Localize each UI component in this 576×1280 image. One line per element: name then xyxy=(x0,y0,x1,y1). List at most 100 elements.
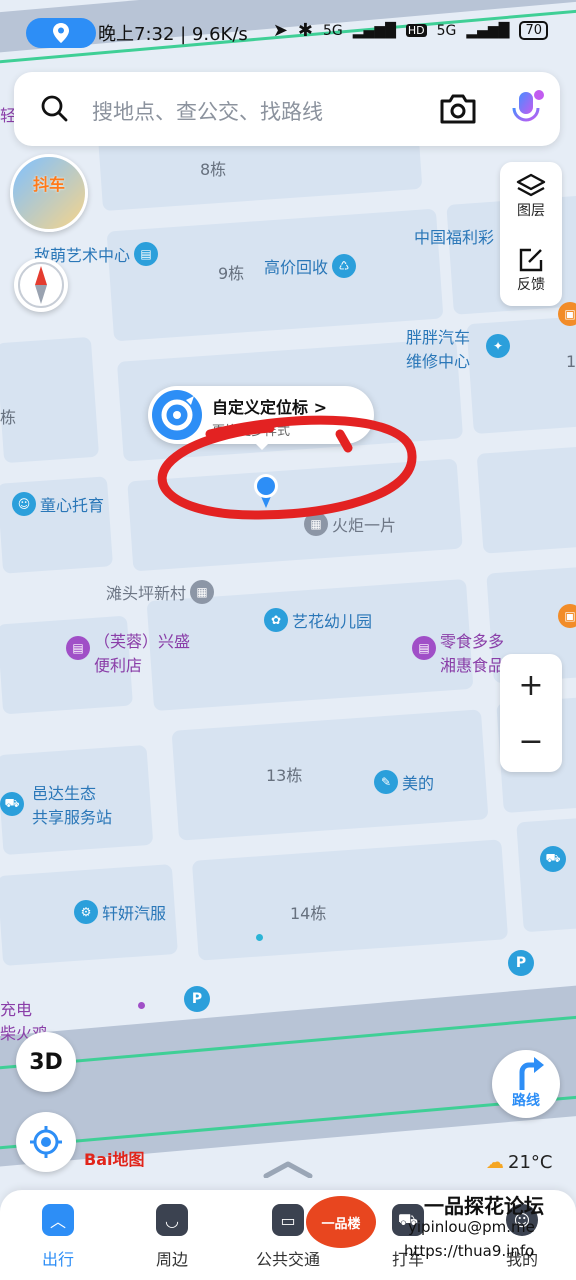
map-block xyxy=(516,817,576,933)
hd-badge: HD xyxy=(405,24,427,37)
poi[interactable]: 中国福利彩 xyxy=(414,224,494,248)
building-label: 9栋 xyxy=(218,264,245,283)
tab-travel[interactable]: ︿ 出行 xyxy=(0,1204,118,1270)
shop-icon: ▣ xyxy=(558,604,576,628)
tab-nearby[interactable]: ◡ 周边 xyxy=(112,1204,232,1270)
watermark-email: yipinlou@pm.me xyxy=(408,1218,535,1236)
poi-label: 胖胖汽车 xyxy=(406,328,471,347)
map-block xyxy=(476,446,576,554)
poi-label: （芙蓉）兴盛 xyxy=(94,632,191,651)
drawer-handle-icon[interactable] xyxy=(262,1160,314,1178)
route-label: 路线 xyxy=(512,1093,540,1109)
poi[interactable]: 胖胖汽车 维修中心 xyxy=(406,324,470,372)
poi[interactable]: ✎ 美的 xyxy=(374,770,434,794)
kindergarten-icon: ✿ xyxy=(264,608,288,632)
promo-label: 抖车 xyxy=(32,175,65,194)
feedback-icon xyxy=(519,248,543,272)
weather-widget[interactable]: ☁ 21°C xyxy=(486,1152,552,1173)
poi-label: 充电 xyxy=(0,1000,33,1019)
map-block xyxy=(191,839,509,961)
building-label: 13栋 xyxy=(266,766,303,785)
bus-icon: ▭ xyxy=(272,1204,304,1236)
search-bar[interactable]: 搜地点、查公交、找路线 xyxy=(14,72,560,146)
camera-icon[interactable] xyxy=(438,92,478,126)
cloud-sun-icon: ☁ xyxy=(486,1152,504,1173)
status-time: 晚上7:32 | 9.6K/s xyxy=(98,24,248,45)
watermark-title: 一品探花论坛 xyxy=(424,1194,544,1218)
wrench-icon: ✎ xyxy=(374,770,398,794)
building-label: 栋 xyxy=(0,408,17,427)
poi[interactable]: ☺ 童心托育 xyxy=(12,492,104,516)
poi-label: 邑达生态 xyxy=(32,784,97,803)
battery-indicator: 70 xyxy=(519,21,548,40)
building-label: 8栋 xyxy=(200,160,227,179)
shop-icon: ▣ xyxy=(558,302,576,326)
feedback-label: 反馈 xyxy=(517,277,545,293)
poi[interactable]: ✿ 艺花幼儿园 xyxy=(264,608,372,632)
compass-button[interactable] xyxy=(14,258,68,312)
tab-label: 公共交通 xyxy=(255,1250,320,1269)
locate-button[interactable] xyxy=(16,1112,76,1172)
voice-assistant-icon[interactable] xyxy=(506,88,546,130)
zoom-controls: + − xyxy=(500,654,562,772)
map-tools-panel: 图层 反馈 xyxy=(500,162,562,306)
parking-icon[interactable]: P xyxy=(508,950,534,976)
current-location-marker[interactable] xyxy=(252,472,280,508)
locate-icon xyxy=(30,1126,62,1158)
station-icon: ⛟ xyxy=(0,792,24,816)
poi-label: 便利店 xyxy=(94,656,143,675)
poi-label: 艺花幼儿园 xyxy=(292,612,373,631)
signal-5g-1: 5G xyxy=(323,22,343,39)
search-icon xyxy=(41,95,68,122)
map-block xyxy=(466,315,576,435)
watermark-url: https://thua9.info xyxy=(404,1242,535,1260)
baidu-maps-logo: Bai地图 xyxy=(84,1150,145,1169)
map-block xyxy=(0,476,114,574)
tab-label: 出行 xyxy=(41,1250,74,1269)
signal-5g-2: 5G xyxy=(436,22,457,39)
zoom-out-button[interactable]: − xyxy=(500,712,562,770)
store-icon: ▤ xyxy=(66,636,90,660)
status-icons: ➤ ✱ 5G ▂▄▆█ HD 5G ▂▄▆█ 70 xyxy=(273,20,548,41)
search-input[interactable]: 搜地点、查公交、找路线 xyxy=(92,96,323,126)
promo-badge[interactable]: 抖车 xyxy=(10,154,88,232)
poi-icon: ▤ xyxy=(134,242,159,266)
watermark-logo: 一品楼 xyxy=(306,1196,376,1248)
layers-label: 图层 xyxy=(517,203,545,219)
route-button[interactable]: 路线 xyxy=(492,1050,560,1118)
layers-button[interactable]: 图层 xyxy=(500,172,562,220)
poi-label: 轩妍汽服 xyxy=(102,904,167,923)
poi[interactable]: ⚙ 轩妍汽服 xyxy=(74,900,166,924)
travel-icon: ︿ xyxy=(42,1204,74,1236)
bluetooth-icon: ✱ xyxy=(297,20,314,41)
poi[interactable]: ⛟ 邑达生态 共享服务站 xyxy=(0,780,112,828)
store-icon: ▤ xyxy=(412,636,436,660)
parking-icon[interactable]: P xyxy=(184,986,210,1012)
compass-icon xyxy=(18,262,64,308)
map-block xyxy=(0,336,100,464)
3d-toggle-button[interactable]: 3D xyxy=(16,1032,76,1092)
poi-label: 维修中心 xyxy=(406,352,471,371)
status-bar: 晚上7:32 | 9.6K/s ➤ ✱ 5G ▂▄▆█ HD 5G ▂▄▆█ 7… xyxy=(0,14,576,54)
bag-icon: ◡ xyxy=(156,1204,188,1236)
location-status-icon xyxy=(26,18,96,48)
layers-icon xyxy=(516,173,546,197)
zoom-in-button[interactable]: + xyxy=(500,656,562,714)
route-icon xyxy=(519,1057,544,1090)
poi[interactable]: ▤ （芙蓉）兴盛 便利店 xyxy=(66,628,190,676)
poi-icon: ♺ xyxy=(332,254,357,278)
tab-label: 周边 xyxy=(155,1250,188,1269)
signal-bars-icon: ▂▄▆█ xyxy=(352,22,396,39)
poi-label: 童心托育 xyxy=(40,496,105,515)
building-icon: ▦ xyxy=(190,580,215,604)
poi[interactable]: 高价回收 ♺ xyxy=(264,254,360,278)
poi[interactable]: 滩头坪新村 ▦ xyxy=(106,580,218,604)
childcare-icon: ☺ xyxy=(12,492,36,516)
feedback-button[interactable]: 反馈 xyxy=(500,246,562,294)
map-dot xyxy=(138,1002,145,1009)
poi-label: 滩头坪新村 xyxy=(106,584,187,603)
navigation-arrow-icon: ➤ xyxy=(272,20,288,41)
poi-label: 共享服务站 xyxy=(32,808,113,827)
car-repair-icon: ✦ xyxy=(486,334,510,358)
poi-label: 中国福利彩 xyxy=(414,228,495,247)
